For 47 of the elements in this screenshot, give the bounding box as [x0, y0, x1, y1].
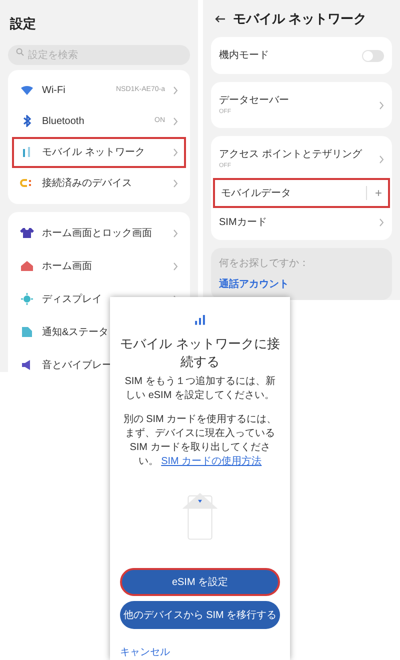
- add-button[interactable]: +: [374, 184, 382, 202]
- item-label: ホーム画面とロック画面: [42, 226, 153, 240]
- settings-item[interactable]: ホーム画面: [12, 250, 186, 282]
- back-arrow-icon[interactable]: [215, 14, 225, 22]
- settings-item[interactable]: モバイル ネットワーク: [12, 136, 186, 168]
- item-label: モバイル ネットワーク: [42, 146, 146, 160]
- item-label: データセーバー: [219, 94, 290, 108]
- toggle-switch[interactable]: [362, 50, 384, 62]
- item-label: ホーム画面: [42, 260, 93, 274]
- chevron-icon: [379, 154, 384, 164]
- shirt-icon: [20, 227, 34, 239]
- settings-item[interactable]: SIMカード: [213, 208, 390, 236]
- action-button[interactable]: eSIM を設定: [120, 568, 280, 596]
- settings-item[interactable]: ディスプレイ: [12, 282, 186, 316]
- item-label: モバイルデータ: [221, 186, 292, 200]
- screen-title: モバイル ネットワーク: [233, 10, 367, 28]
- settings-item[interactable]: モバイルデータ +: [213, 178, 390, 208]
- help-link[interactable]: 通話アカウント: [219, 277, 384, 292]
- signal-bars-icon: [195, 315, 205, 325]
- sim-card-drawing: [180, 490, 220, 540]
- item-label: ディスプレイ: [42, 292, 103, 306]
- settings-item[interactable]: 接続済みのデバイス: [12, 168, 186, 198]
- item-label: 機内モード: [219, 48, 270, 63]
- settings-item[interactable]: 機内モード: [213, 41, 390, 70]
- help-link[interactable]: SIM カードの使用方法: [161, 456, 262, 467]
- item-label: Bluetooth: [42, 114, 86, 128]
- item-label: Wi-Fi: [42, 84, 66, 98]
- document-icon: [20, 326, 34, 338]
- search-icon: [16, 48, 24, 56]
- sun-icon: [20, 293, 34, 305]
- action-button[interactable]: 他のデバイスから SIM を移行する: [120, 601, 280, 629]
- dialog-text: 別の SIM カードを使用するには、まず、デバイスに現在入っている SIM カードを取り出してください。 SIM カードの使用方法: [122, 412, 278, 469]
- settings-item[interactable]: 通知&ステータ: [12, 316, 110, 348]
- dialog-title: モバイル ネットワークに接続する: [120, 334, 280, 371]
- cancel-link[interactable]: キャンセル: [120, 645, 170, 660]
- screen-title: 設定: [8, 15, 37, 33]
- dialog-text: SIM をもう１つ追加するには、新しい eSIM を設定してください。: [124, 374, 276, 403]
- item-label: アクセス ポイントとテザリング: [219, 148, 363, 162]
- settings-item[interactable]: ホーム画面とロック画面: [12, 216, 186, 250]
- chevron-icon: [379, 218, 384, 226]
- item-label: SIMカード: [219, 216, 268, 230]
- house-icon: [20, 260, 34, 272]
- chevron-icon: [379, 100, 384, 110]
- wifi-icon: [20, 84, 34, 96]
- help-question: 何をお探しですか：: [219, 257, 310, 271]
- item-label: 通知&ステータ: [42, 326, 109, 340]
- item-label: 接続済みのデバイス: [42, 176, 133, 190]
